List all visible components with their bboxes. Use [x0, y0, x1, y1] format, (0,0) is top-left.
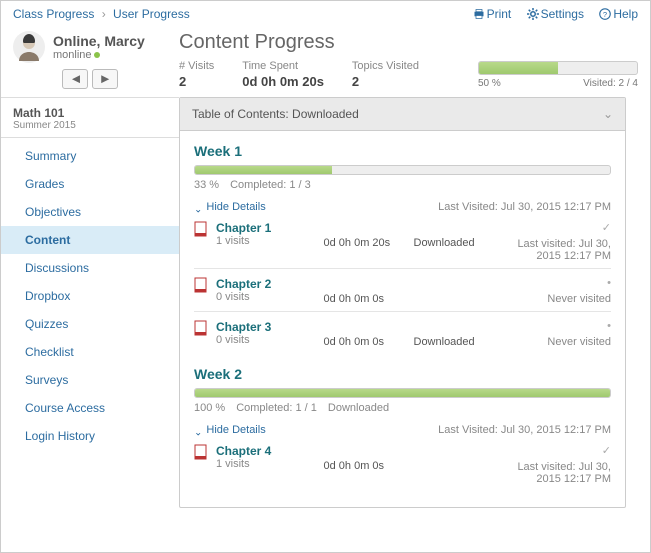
chevron-up-icon: ⌃ [194, 425, 202, 436]
file-icon [194, 320, 216, 339]
chapter-right: • Never visited [504, 277, 612, 305]
user-name: Online, Marcy [53, 33, 145, 49]
check-icon: ✓ [504, 444, 612, 457]
visits-label: # Visits [179, 60, 214, 72]
topics-label: Topics Visited [352, 60, 419, 72]
print-link[interactable]: Print [473, 7, 512, 21]
chapter-right: ✓ Last visited: Jul 30, 2015 12:17 PM [504, 221, 612, 262]
hide-details-button[interactable]: ⌃Hide Details [194, 201, 266, 213]
topics-value: 2 [352, 74, 419, 89]
chevron-down-icon[interactable]: ⌄ [603, 107, 613, 121]
sidebar-item-login-history[interactable]: Login History [1, 422, 179, 450]
dot-icon: • [504, 277, 612, 289]
overall-progress-bar [478, 61, 638, 75]
dot-icon: • [504, 320, 612, 332]
time-value: 0d 0h 0m 20s [242, 74, 324, 89]
check-icon: ✓ [504, 221, 612, 234]
help-link[interactable]: ?Help [599, 7, 638, 21]
chapter-last-visited: Last visited: Jul 30, 2015 12:17 PM [504, 238, 612, 262]
chapter-time: 0d 0h 0m 0s [324, 336, 414, 348]
breadcrumb: Class Progress › User Progress [13, 7, 190, 21]
week-last-visited: Last Visited: Jul 30, 2015 12:17 PM [438, 424, 611, 436]
chapter-last-visited: Never visited [504, 336, 612, 348]
chevron-up-icon: ⌃ [194, 202, 202, 213]
chapter-time: 0d 0h 0m 0s [324, 293, 414, 305]
week-title[interactable]: Week 2 [194, 366, 611, 382]
print-icon [473, 8, 485, 20]
chapter-right: ✓ Last visited: Jul 30, 2015 12:17 PM [504, 444, 612, 485]
sidebar-item-content[interactable]: Content [1, 226, 179, 254]
online-dot-icon [94, 52, 100, 58]
chapter-row: Chapter 41 visits0d 0h 0m 0s ✓ Last visite… [194, 444, 611, 485]
gear-icon [527, 8, 539, 20]
sidebar-item-checklist[interactable]: Checklist [1, 338, 179, 366]
page-title: Content Progress [179, 31, 638, 54]
chapter-time: 0d 0h 0m 20s [324, 237, 414, 249]
chapter-title[interactable]: Chapter 4 [216, 444, 324, 458]
week-last-visited: Last Visited: Jul 30, 2015 12:17 PM [438, 201, 611, 213]
chapter-right: • Never visited [504, 320, 612, 348]
toc-header: Table of Contents: Downloaded [192, 107, 359, 121]
chapter-status: Downloaded [414, 237, 504, 249]
avatar [13, 31, 45, 63]
hide-details-button[interactable]: ⌃Hide Details [194, 424, 266, 436]
chapter-status: Downloaded [414, 336, 504, 348]
sidebar-item-dropbox[interactable]: Dropbox [1, 282, 179, 310]
chapter-time: 0d 0h 0m 0s [324, 460, 414, 472]
svg-text:?: ? [603, 10, 607, 19]
breadcrumb-current[interactable]: User Progress [113, 7, 190, 21]
chevron-right-icon: › [102, 7, 106, 21]
help-icon: ? [599, 8, 611, 20]
chapter-visits: 1 visits [216, 235, 324, 247]
settings-link[interactable]: Settings [527, 7, 584, 21]
visits-value: 2 [179, 74, 214, 89]
sidebar-item-course-access[interactable]: Course Access [1, 394, 179, 422]
file-icon [194, 221, 216, 240]
course-term: Summer 2015 [13, 120, 167, 131]
chapter-visits: 0 visits [216, 291, 324, 303]
week-meta: 33 % Completed: 1 / 3 [194, 179, 611, 191]
overall-visited: Visited: 2 / 4 [583, 78, 638, 89]
chapter-row: Chapter 30 visits0d 0h 0m 0sDownloaded• N… [194, 320, 611, 348]
file-icon [194, 444, 216, 463]
breadcrumb-root[interactable]: Class Progress [13, 7, 94, 21]
next-user-button[interactable]: ► [92, 69, 118, 89]
week-title[interactable]: Week 1 [194, 143, 611, 159]
sidebar-item-discussions[interactable]: Discussions [1, 254, 179, 282]
sidebar-item-summary[interactable]: Summary [1, 142, 179, 170]
chapter-row: Chapter 11 visits0d 0h 0m 20sDownloaded✓… [194, 221, 611, 262]
week-progress-bar [194, 388, 611, 398]
sidebar-item-objectives[interactable]: Objectives [1, 198, 179, 226]
chapter-visits: 0 visits [216, 334, 324, 346]
sidebar-item-quizzes[interactable]: Quizzes [1, 310, 179, 338]
prev-user-button[interactable]: ◄ [62, 69, 88, 89]
week-progress-bar [194, 165, 611, 175]
chapter-visits: 1 visits [216, 458, 324, 470]
chapter-title[interactable]: Chapter 3 [216, 320, 324, 334]
chapter-last-visited: Never visited [504, 293, 612, 305]
sidebar-item-surveys[interactable]: Surveys [1, 366, 179, 394]
time-label: Time Spent [242, 60, 324, 72]
sidebar-item-grades[interactable]: Grades [1, 170, 179, 198]
chapter-last-visited: Last visited: Jul 30, 2015 12:17 PM [504, 461, 612, 485]
course-block: Math 101 Summer 2015 [1, 97, 179, 138]
file-icon [194, 277, 216, 296]
chapter-title[interactable]: Chapter 2 [216, 277, 324, 291]
week-meta: 100 % Completed: 1 / 1 Downloaded [194, 402, 611, 414]
chapter-title[interactable]: Chapter 1 [216, 221, 324, 235]
side-nav: SummaryGradesObjectivesContentDiscussion… [1, 138, 179, 454]
chapter-row: Chapter 20 visits0d 0h 0m 0s • Never visit… [194, 277, 611, 305]
course-title: Math 101 [13, 106, 167, 120]
user-login: monline [53, 49, 145, 61]
overall-percent: 50 % [478, 78, 501, 89]
